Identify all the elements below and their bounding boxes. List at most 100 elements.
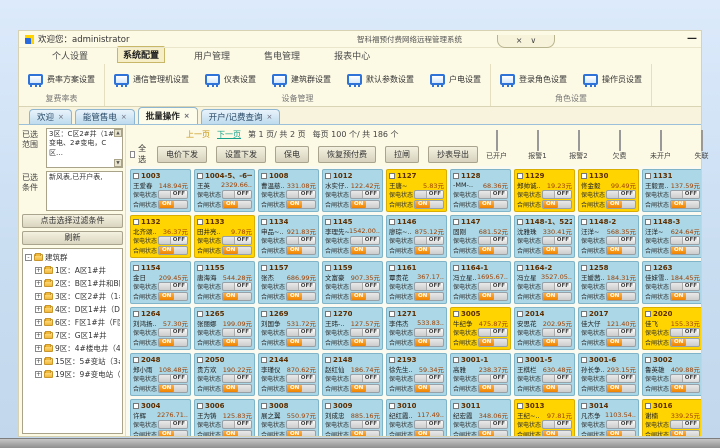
switch-on-state[interactable]: ON bbox=[223, 385, 238, 392]
switch-toggle[interactable]: ON bbox=[158, 200, 188, 209]
selected-range-listbox[interactable]: 3区：C区2#井（1#变电、2#变电，C区… ▲ ▼ bbox=[46, 128, 123, 168]
choose-filter-button[interactable]: 点击选择过滤条件 bbox=[22, 214, 123, 228]
protect-toggle[interactable]: OFF bbox=[478, 374, 508, 383]
protect-off-state[interactable]: OFF bbox=[682, 237, 699, 244]
card-checkbox[interactable] bbox=[261, 219, 267, 225]
switch-toggle[interactable]: ON bbox=[478, 338, 508, 347]
meter-card[interactable]: 2148 赵红仙 186.74元 保电状态 OFF bbox=[322, 353, 383, 396]
protect-off-state[interactable]: OFF bbox=[426, 283, 443, 290]
protect-off-state[interactable]: OFF bbox=[554, 329, 571, 336]
switch-on-state[interactable]: ON bbox=[351, 339, 366, 346]
card-checkbox[interactable] bbox=[581, 311, 587, 317]
switch-on-state[interactable]: ON bbox=[223, 201, 238, 208]
meter-card[interactable]: 3013 王纪~.. 97.81元 保电状态 OFF bbox=[514, 399, 575, 436]
protect-toggle[interactable]: OFF bbox=[158, 374, 188, 383]
collapse-icon[interactable]: - bbox=[25, 254, 32, 261]
meter-card[interactable]: 1131 王毅贾.. 137.59元 保电状态 OFF bbox=[642, 169, 701, 212]
refresh-button[interactable]: 刷新 bbox=[22, 231, 123, 245]
protect-toggle[interactable]: OFF bbox=[542, 328, 572, 337]
switch-on-state[interactable]: ON bbox=[607, 339, 622, 346]
card-checkbox[interactable] bbox=[517, 311, 523, 317]
switch-toggle[interactable]: ON bbox=[286, 430, 316, 436]
card-checkbox[interactable] bbox=[581, 265, 587, 271]
protect-off-state[interactable]: OFF bbox=[490, 283, 507, 290]
card-checkbox[interactable] bbox=[581, 173, 587, 179]
switch-toggle[interactable]: ON bbox=[286, 338, 316, 347]
switch-on-state[interactable]: ON bbox=[607, 385, 622, 392]
protect-off-state[interactable]: OFF bbox=[234, 329, 251, 336]
expand-icon[interactable]: + bbox=[35, 358, 42, 365]
scroll-up-icon[interactable]: ▲ bbox=[114, 129, 122, 137]
switch-toggle[interactable]: ON bbox=[350, 246, 380, 255]
switch-on-state[interactable]: ON bbox=[543, 431, 558, 436]
protect-off-state[interactable]: OFF bbox=[554, 237, 571, 244]
action-button[interactable]: 保电 bbox=[275, 146, 309, 163]
card-checkbox[interactable] bbox=[197, 357, 203, 363]
meter-card[interactable]: 1265 张丽娜 199.09元 保电状态 OFF bbox=[194, 307, 255, 350]
tab-close-icon[interactable]: × bbox=[58, 113, 64, 121]
switch-on-state[interactable]: ON bbox=[159, 431, 174, 436]
protect-off-state[interactable]: OFF bbox=[618, 191, 635, 198]
meter-card[interactable]: 1147 固刚 681.52元 保电状态 OFF bbox=[450, 215, 511, 258]
protect-toggle[interactable]: OFF bbox=[606, 282, 636, 291]
switch-toggle[interactable]: ON bbox=[606, 338, 636, 347]
switch-on-state[interactable]: ON bbox=[159, 293, 174, 300]
select-all-checkbox[interactable] bbox=[130, 151, 135, 158]
protect-toggle[interactable]: OFF bbox=[286, 374, 316, 383]
switch-on-state[interactable]: ON bbox=[415, 293, 430, 300]
next-page-link[interactable]: 下一页 bbox=[217, 129, 241, 140]
expand-icon[interactable]: + bbox=[35, 319, 42, 326]
menu-item[interactable]: 售电管理 bbox=[259, 48, 305, 63]
meter-card[interactable]: 3006 王为铸 125.83元 保电状态 OFF bbox=[194, 399, 255, 436]
switch-on-state[interactable]: ON bbox=[479, 201, 494, 208]
card-checkbox[interactable] bbox=[133, 403, 139, 409]
ribbon-button[interactable]: 通信管理机设置 bbox=[111, 72, 192, 87]
meter-card[interactable]: 3004 许辉 2276.71.. 保电状态 OFF bbox=[130, 399, 191, 436]
protect-toggle[interactable]: OFF bbox=[478, 190, 508, 199]
meter-card[interactable]: 3016 谢楠 339.25元 保电状态 OFF bbox=[642, 399, 701, 436]
protect-off-state[interactable]: OFF bbox=[234, 191, 251, 198]
card-checkbox[interactable] bbox=[453, 311, 459, 317]
meter-card[interactable]: 3009 刘成忠 885.16元 保电状态 OFF bbox=[322, 399, 383, 436]
protect-off-state[interactable]: OFF bbox=[298, 421, 315, 428]
meter-card[interactable]: 1132 北齐颂.. 36.37元 保电状态 OFF bbox=[130, 215, 191, 258]
card-checkbox[interactable] bbox=[325, 311, 331, 317]
menu-item[interactable]: 个人设置 bbox=[47, 48, 93, 63]
tree-root[interactable]: - 建筑群 bbox=[25, 251, 120, 264]
protect-off-state[interactable]: OFF bbox=[618, 283, 635, 290]
switch-toggle[interactable]: ON bbox=[414, 200, 444, 209]
protect-off-state[interactable]: OFF bbox=[618, 329, 635, 336]
protect-off-state[interactable]: OFF bbox=[554, 191, 571, 198]
card-checkbox[interactable] bbox=[581, 219, 587, 225]
switch-on-state[interactable]: ON bbox=[607, 293, 622, 300]
protect-toggle[interactable]: OFF bbox=[670, 374, 700, 383]
protect-toggle[interactable]: OFF bbox=[222, 328, 252, 337]
protect-toggle[interactable]: OFF bbox=[222, 420, 252, 429]
switch-toggle[interactable]: ON bbox=[222, 384, 252, 393]
select-all[interactable]: 全选 bbox=[130, 143, 148, 165]
tree-item[interactable]: + 2区：B区1#井和B区1# bbox=[25, 277, 120, 290]
protect-toggle[interactable]: OFF bbox=[286, 420, 316, 429]
protect-off-state[interactable]: OFF bbox=[298, 283, 315, 290]
protect-off-state[interactable]: OFF bbox=[234, 421, 251, 428]
meter-card[interactable]: 1004-5、-6一 王英 2329.66.. 保电状态 OFF bbox=[194, 169, 255, 212]
action-button[interactable]: 电价下发 bbox=[157, 146, 207, 163]
switch-on-state[interactable]: ON bbox=[159, 247, 174, 254]
ribbon-button[interactable]: 操作员设置 bbox=[580, 72, 645, 87]
meter-card[interactable]: 2193 徐先生.. 59.34元 保电状态 OFF bbox=[386, 353, 447, 396]
protect-toggle[interactable]: OFF bbox=[350, 374, 380, 383]
switch-on-state[interactable]: ON bbox=[223, 339, 238, 346]
protect-off-state[interactable]: OFF bbox=[298, 191, 315, 198]
protect-off-state[interactable]: OFF bbox=[426, 375, 443, 382]
protect-off-state[interactable]: OFF bbox=[362, 421, 379, 428]
tab-close-icon[interactable]: × bbox=[267, 113, 273, 121]
protect-toggle[interactable]: OFF bbox=[414, 236, 444, 245]
protect-toggle[interactable]: OFF bbox=[670, 236, 700, 245]
menu-item[interactable]: 用户管理 bbox=[189, 48, 235, 63]
protect-off-state[interactable]: OFF bbox=[170, 421, 187, 428]
card-checkbox[interactable] bbox=[517, 357, 523, 363]
meter-card[interactable]: 1130 佟金毅 99.49元 保电状态 OFF bbox=[578, 169, 639, 212]
protect-toggle[interactable]: OFF bbox=[286, 328, 316, 337]
meter-card[interactable]: 2144 李瑾仪 870.62元 保电状态 OFF bbox=[258, 353, 319, 396]
switch-toggle[interactable]: ON bbox=[414, 384, 444, 393]
